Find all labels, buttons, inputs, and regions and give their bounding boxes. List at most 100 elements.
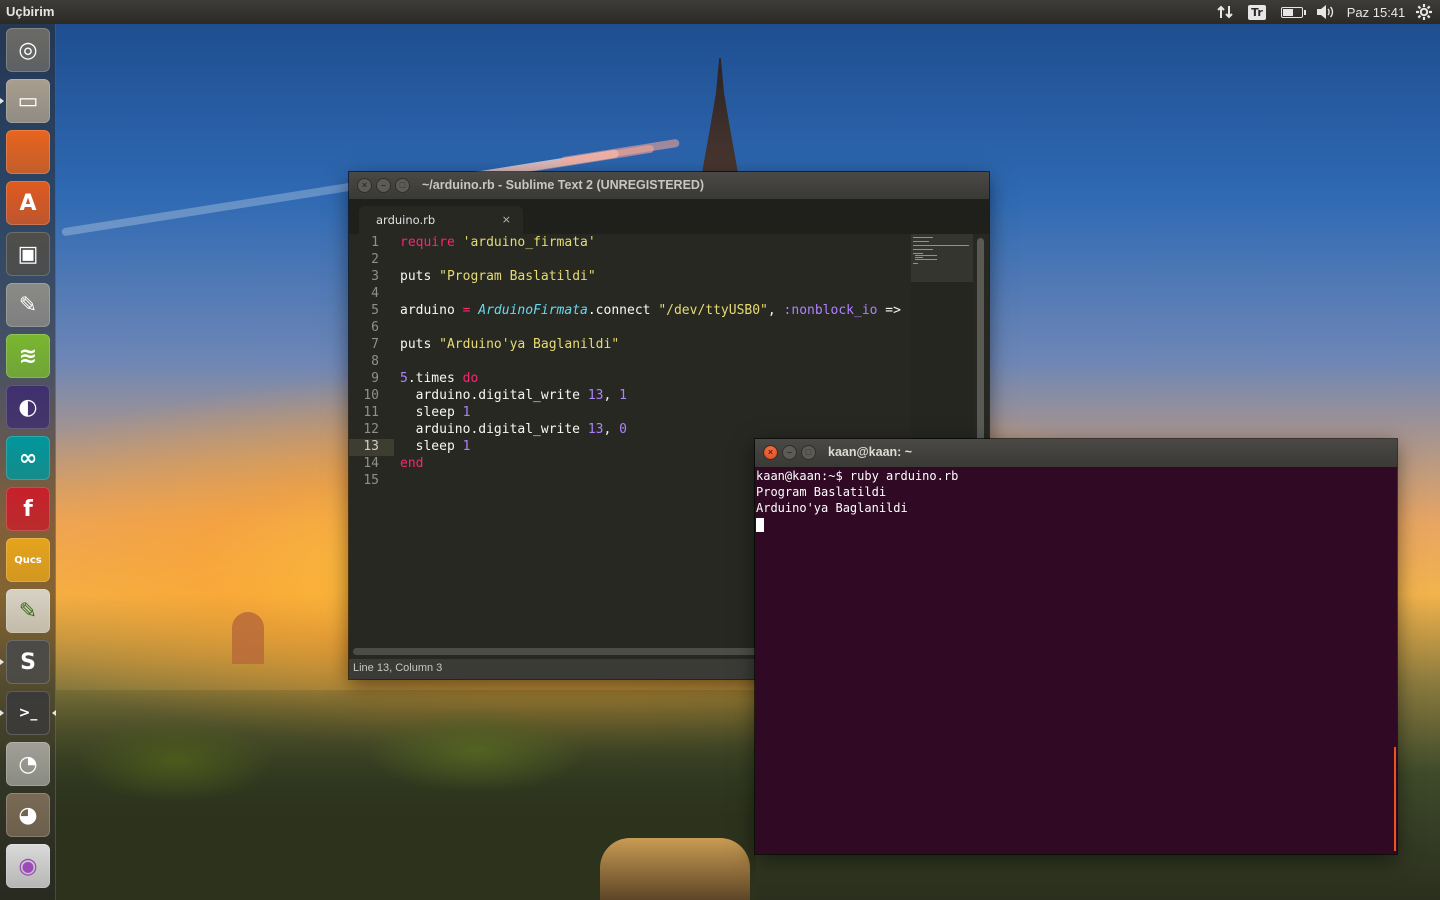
terminal-line: Program Baslatildi (756, 485, 887, 499)
volume-icon[interactable] (1312, 0, 1338, 24)
code-token: puts (400, 269, 440, 284)
code-line-1: require 'arduino_firmata' (400, 235, 596, 250)
battery-outline (1281, 6, 1306, 18)
code-token: sleep (400, 439, 463, 454)
code-token: sleep (400, 405, 463, 420)
active-app-name[interactable]: Uçbirim (6, 4, 54, 19)
launcher-software-center[interactable]: A (6, 181, 50, 225)
launcher-arduino[interactable]: ∞ (6, 436, 50, 480)
terminal-scroll-indicator[interactable] (1394, 747, 1396, 851)
code-line-3: puts "Program Baslatildi" (400, 269, 596, 284)
tab-label: arduino.rb (376, 213, 436, 227)
top-panel: Uçbirim Tr Paz 15:41 (0, 0, 1440, 24)
code-token: "/dev/ttyUSB0" (658, 303, 768, 318)
sublime-minimize-button[interactable]: – (376, 178, 391, 193)
focused-indicator (52, 710, 56, 716)
code-token: 1 (462, 439, 471, 454)
terminal-titlebar[interactable]: × – □ kaan@kaan: ~ (755, 439, 1397, 467)
wallpaper-eiffel-tower (702, 58, 738, 173)
keyboard-layout-label: Tr (1248, 4, 1266, 20)
session-gear-icon[interactable] (1412, 0, 1436, 24)
launcher-dash-home[interactable]: ◎ (6, 28, 50, 72)
launcher-spotify[interactable]: ≋ (6, 334, 50, 378)
code-token: arduino (400, 303, 463, 318)
clock-indicator[interactable]: Paz 15:41 (1346, 0, 1406, 24)
code-token: arduino.digital_write (400, 422, 588, 437)
file-cabinet-icon: ▭ (17, 88, 39, 114)
terminal-cursor (756, 517, 764, 532)
terminal-maximize-button[interactable]: □ (801, 445, 816, 460)
fritzing-icon: f (23, 496, 33, 522)
code-line-11: sleep 1 (400, 405, 471, 420)
code-token: 13 (587, 388, 604, 403)
launcher-sublime-text[interactable]: S (6, 640, 50, 684)
terminal-minimize-button[interactable]: – (782, 445, 797, 460)
wallpaper-pond (600, 838, 750, 900)
workspace-switcher-icon: ▣ (17, 241, 39, 267)
disk-usage-icon: ◔ (18, 751, 38, 777)
network-transfer-icon[interactable] (1214, 0, 1236, 24)
code-line-13: sleep 1 (400, 439, 471, 454)
cursor-position-status: Line 13, Column 3 (353, 662, 443, 674)
line-number: 3 (371, 269, 379, 284)
code-token: 1 (462, 405, 471, 420)
minimap-viewport[interactable] (911, 234, 973, 282)
launcher-terminal[interactable]: >_ (6, 691, 50, 735)
sublime-window-title: ~/arduino.rb - Sublime Text 2 (UNREGISTE… (422, 178, 705, 192)
line-number: 9 (371, 371, 379, 386)
launcher-files[interactable]: ▭ (6, 79, 50, 123)
sublime-tab-bar: arduino.rb × (349, 199, 989, 234)
terminal-icon: >_ (18, 705, 38, 721)
sublime-icon: S (20, 649, 36, 675)
code-token: 1 (619, 388, 627, 403)
launcher-text-editor[interactable]: ✎ (6, 589, 50, 633)
launcher-disk-usage[interactable]: ◔ (6, 742, 50, 786)
text-editor-icon: ✎ (18, 598, 38, 624)
unity-launcher: ◎ ▭ A ▣ ✎ ≋ ◐ ∞ f Qucs ✎ S >_ ◔ ◕ ◉ (0, 24, 56, 900)
code-token: ArduinoFirmata (478, 303, 588, 318)
sublime-close-button[interactable]: × (357, 178, 372, 193)
code-token: do (462, 371, 479, 386)
launcher-dvd-burner[interactable]: ◉ (6, 844, 50, 888)
launcher-system-settings[interactable]: ✎ (6, 283, 50, 327)
tab-close-icon[interactable]: × (502, 213, 511, 226)
launcher-eclipse[interactable]: ◐ (6, 385, 50, 429)
code-token: 0 (619, 422, 627, 437)
code-line-9: 5.times do (400, 371, 478, 386)
terminal-close-button[interactable]: × (763, 445, 778, 460)
launcher-firefox[interactable] (6, 130, 50, 174)
settings-tools-icon: ✎ (18, 292, 38, 318)
line-number: 11 (363, 405, 379, 420)
launcher-gimp[interactable]: ◕ (6, 793, 50, 837)
software-center-icon: A (19, 190, 37, 216)
wallpaper-cloud (61, 181, 359, 237)
line-number: 1 (371, 235, 379, 250)
keyboard-layout-indicator[interactable]: Tr (1246, 0, 1268, 24)
code-token: puts (400, 337, 440, 352)
line-number: 6 (371, 320, 379, 335)
battery-icon[interactable] (1278, 0, 1306, 24)
qucs-icon: Qucs (14, 554, 42, 566)
code-token: require (400, 235, 455, 250)
code-line-5: arduino = ArduinoFirmata.connect "/dev/t… (400, 303, 901, 318)
terminal-cursor-line (756, 517, 1396, 533)
code-token: arduino.digital_write (400, 388, 588, 403)
launcher-workspace-switcher[interactable]: ▣ (6, 232, 50, 276)
spotify-icon: ≋ (18, 343, 38, 369)
tab-arduino-rb[interactable]: arduino.rb × (359, 206, 523, 234)
battery-level-fill (1283, 8, 1294, 16)
terminal-output[interactable]: kaan@kaan:~$ ruby arduino.rb Program Bas… (755, 467, 1397, 854)
launcher-qucs[interactable]: Qucs (6, 538, 50, 582)
line-number: 5 (371, 303, 379, 318)
line-number: 13 (363, 439, 379, 454)
launcher-fritzing[interactable]: f (6, 487, 50, 531)
code-token: "Program Baslatildi" (439, 269, 596, 284)
gimp-icon: ◕ (18, 802, 38, 828)
wallpaper-dome (232, 612, 264, 664)
disc-icon: ◉ (18, 853, 38, 879)
sublime-maximize-button[interactable]: □ (395, 178, 410, 193)
code-token: 13 (587, 422, 604, 437)
sublime-titlebar[interactable]: × – □ ~/arduino.rb - Sublime Text 2 (UNR… (349, 172, 989, 199)
code-token: .times (407, 371, 463, 386)
code-token: , (603, 388, 620, 403)
